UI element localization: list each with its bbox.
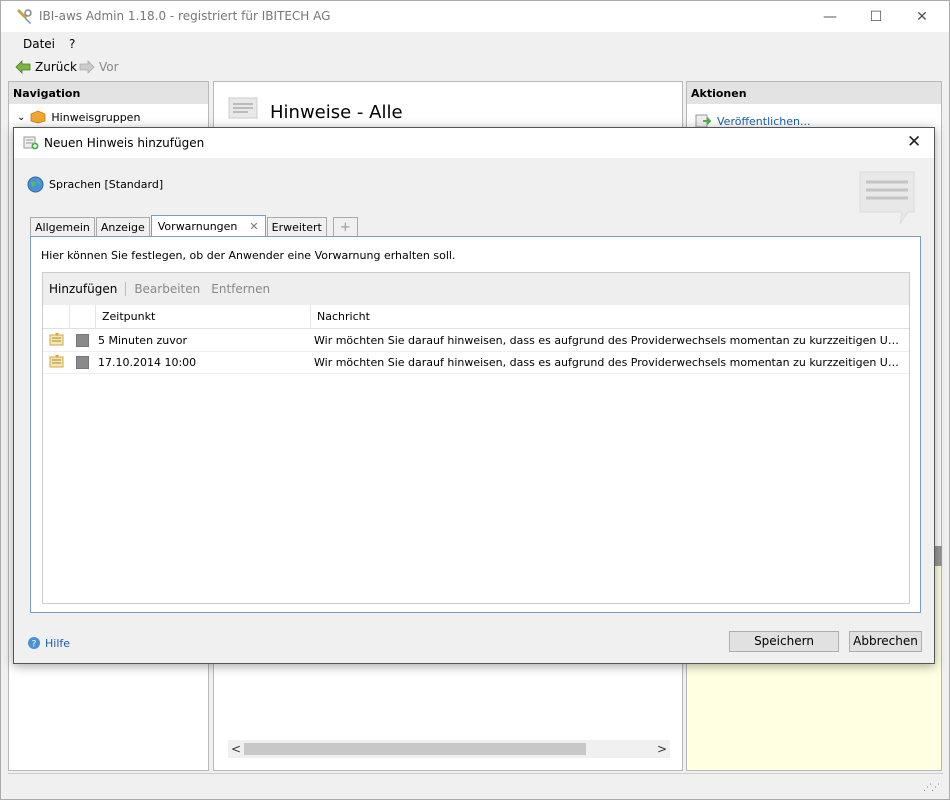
actions-header: Aktionen: [687, 82, 941, 104]
tab-vorwarnungen-label: Vorwarnungen: [157, 220, 238, 233]
help-label: Hilfe: [45, 636, 71, 650]
add-note-icon: [23, 136, 39, 150]
actions-scrollbar-thumb[interactable]: [934, 546, 942, 566]
new-note-dialog: Neuen Hinweis hinzufügen ✕ Sprachen [Sta…: [13, 127, 935, 664]
menu-help[interactable]: ?: [69, 37, 75, 51]
add-tab-button[interactable]: +: [332, 217, 358, 237]
status-bar: ⋰⋰: [8, 773, 943, 795]
language-selector[interactable]: Sprachen [Standard]: [27, 176, 163, 193]
warnings-list: Hinzufügen Bearbeiten Entfernen Zeitpunk…: [42, 272, 910, 604]
row-message: Wir möchten Sie darauf hinweisen, dass e…: [314, 356, 904, 369]
forward-label: Vor: [99, 60, 119, 74]
app-wrench-icon: [17, 9, 32, 24]
toolbar: Zurück Vor: [1, 56, 949, 80]
header-message[interactable]: Nachricht: [311, 305, 909, 329]
toolbar-separator: [125, 282, 127, 296]
chevron-down-icon[interactable]: ⌄: [17, 112, 25, 123]
table-row[interactable]: 17.10.2014 10:00 Wir möchten Sie darauf …: [43, 352, 909, 374]
header-icon-column: [43, 305, 70, 329]
dialog-title-bar: Neuen Hinweis hinzufügen ✕: [14, 128, 934, 158]
tab-strip: Allgemein Anzeige Vorwarnungen ✕ Erweite…: [30, 215, 359, 237]
publish-icon: [695, 114, 711, 128]
header-time[interactable]: Zeitpunkt: [96, 305, 311, 329]
cancel-button[interactable]: Abbrechen: [849, 631, 922, 652]
svg-text:?: ?: [32, 640, 37, 650]
title-bar: IBI-aws Admin 1.18.0 - registriert für I…: [1, 1, 949, 32]
scroll-left-button[interactable]: <: [228, 740, 244, 758]
minimize-button[interactable]: —: [807, 1, 853, 32]
window-title: IBI-aws Admin 1.18.0 - registriert für I…: [39, 9, 331, 23]
header-message-label: Nachricht: [317, 310, 370, 323]
globe-icon: [27, 176, 44, 193]
add-button[interactable]: Hinzufügen: [49, 282, 117, 296]
warning-note-icon: [49, 352, 65, 374]
arrow-right-icon: [79, 60, 95, 74]
tab-panel-vorwarnungen: Hier können Sie festlegen, ob der Anwend…: [30, 236, 921, 613]
tab-close-icon[interactable]: ✕: [249, 220, 258, 233]
help-icon: ?: [28, 637, 40, 650]
row-time: 5 Minuten zuvor: [98, 334, 188, 347]
row-message: Wir möchten Sie darauf hinweisen, dass e…: [314, 334, 904, 347]
table-row[interactable]: 5 Minuten zuvor Wir möchten Sie darauf h…: [43, 330, 909, 352]
arrow-left-icon: [15, 60, 31, 74]
list-toolbar: Hinzufügen Bearbeiten Entfernen: [43, 273, 909, 305]
edit-button[interactable]: Bearbeiten: [134, 282, 200, 296]
back-label: Zurück: [35, 60, 77, 74]
navigation-header: Navigation: [9, 82, 208, 104]
back-button[interactable]: Zurück: [15, 60, 77, 74]
dialog-title: Neuen Hinweis hinzufügen: [44, 136, 205, 150]
close-window-button[interactable]: ✕: [899, 1, 945, 32]
header-time-label: Zeitpunkt: [102, 310, 156, 323]
scroll-right-button[interactable]: >: [654, 740, 670, 758]
warning-note-icon: [49, 330, 65, 352]
checkbox-box: [76, 356, 89, 369]
forward-button[interactable]: Vor: [79, 60, 119, 74]
row-checkbox[interactable]: [76, 352, 90, 374]
remove-button[interactable]: Entfernen: [211, 282, 270, 296]
publish-label: Veröffentlichen...: [717, 114, 811, 128]
resize-grip[interactable]: ⋰⋰: [923, 783, 940, 793]
dialog-close-button[interactable]: ✕: [907, 132, 921, 152]
speech-bubble-icon: [859, 171, 915, 225]
content-title: Hinweise - Alle: [270, 102, 403, 123]
tab-vorwarnungen[interactable]: Vorwarnungen ✕: [150, 215, 266, 237]
tree-item-hinweisgruppen[interactable]: ⌄ Hinweisgruppen: [17, 110, 140, 124]
maximize-button[interactable]: ☐: [853, 1, 899, 32]
menu-file[interactable]: Datei: [23, 37, 55, 51]
tab-erweitert[interactable]: Erweitert: [266, 217, 327, 237]
row-time: 17.10.2014 10:00: [98, 356, 197, 369]
horizontal-scrollbar[interactable]: < >: [228, 740, 670, 758]
publish-action[interactable]: Veröffentlichen...: [695, 114, 810, 128]
checkbox-box: [76, 334, 89, 347]
row-checkbox[interactable]: [76, 330, 90, 352]
grid-header: Zeitpunkt Nachricht: [43, 305, 909, 329]
tab-anzeige[interactable]: Anzeige: [95, 217, 150, 237]
help-link[interactable]: ? Hilfe: [27, 636, 70, 650]
header-check-column: [70, 305, 96, 329]
language-label: Sprachen [Standard]: [49, 178, 164, 191]
tree-item-label: Hinweisgruppen: [51, 110, 141, 124]
save-button[interactable]: Speichern: [729, 631, 839, 652]
folder-box-icon: [30, 110, 46, 124]
tab-allgemein[interactable]: Allgemein: [30, 217, 95, 237]
hint-text: Hier können Sie festlegen, ob der Anwend…: [41, 249, 456, 262]
scrollbar-thumb[interactable]: [244, 743, 586, 755]
menu-bar: Datei ?: [1, 32, 949, 54]
speech-bubble-icon: [228, 97, 258, 119]
